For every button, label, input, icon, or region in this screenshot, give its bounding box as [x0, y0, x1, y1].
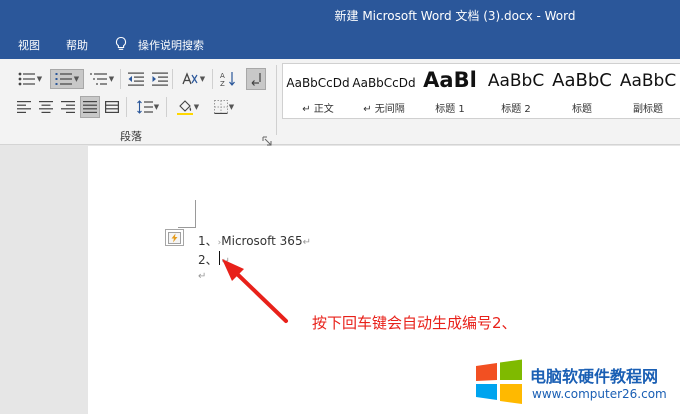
align-left-icon: [17, 101, 31, 113]
lightbulb-icon[interactable]: [114, 36, 128, 52]
margin-corner-mark-horizontal: [178, 227, 195, 228]
shading-button[interactable]: ▼: [172, 97, 204, 117]
annotation-text: 按下回车键会自动生成编号2、: [312, 314, 517, 332]
show-hide-marks-button[interactable]: [246, 68, 266, 90]
justify-icon: [83, 101, 97, 113]
title-bar: 新建 Microsoft Word 文档 (3).docx - Word: [0, 0, 680, 30]
chinese-layout-button[interactable]: ▼: [176, 69, 210, 89]
paragraph-dialog-launcher-icon[interactable]: [262, 131, 272, 146]
svg-text:Z: Z: [220, 80, 225, 87]
style-title[interactable]: AaBbC 标题: [549, 64, 615, 118]
multilevel-list-button[interactable]: ▼: [86, 69, 118, 89]
empty-paragraph[interactable]: ↵: [198, 268, 206, 282]
styles-gallery: AaBbCcDd ↵ 正文 AaBbCcDd ↵ 无间隔 AaBl 标题 1 A…: [282, 63, 680, 119]
increase-indent-button[interactable]: [150, 69, 170, 89]
align-left-button[interactable]: [14, 97, 34, 117]
tab-help[interactable]: 帮助: [66, 37, 88, 53]
multilevel-list-icon: [89, 73, 107, 85]
style-heading-1[interactable]: AaBl 标题 1: [417, 64, 483, 118]
windows-logo-icon: [476, 359, 522, 404]
style-heading-2[interactable]: AaBbC 标题 2: [483, 64, 549, 118]
justify-button[interactable]: [80, 96, 100, 118]
numbered-list-icon: [55, 73, 72, 85]
decrease-indent-button[interactable]: [126, 69, 146, 89]
margin-corner-mark: [195, 200, 196, 228]
list-number: 1、: [198, 234, 218, 248]
tell-me-search[interactable]: 操作说明搜索: [138, 37, 204, 53]
style-no-spacing[interactable]: AaBbCcDd ↵ 无间隔: [351, 64, 417, 118]
align-center-icon: [39, 101, 53, 113]
sort-button[interactable]: AZ: [218, 69, 238, 89]
line-spacing-icon: [136, 100, 153, 114]
borders-icon: [213, 100, 228, 114]
align-right-button[interactable]: [58, 97, 78, 117]
paragraph-mark: ↵: [302, 237, 311, 248]
window-title: 新建 Microsoft Word 文档 (3).docx - Word: [334, 9, 576, 23]
distributed-button[interactable]: [102, 97, 122, 117]
distributed-icon: [105, 101, 119, 113]
list-item-text: Microsoft 365: [221, 234, 303, 248]
numbering-button[interactable]: ▼: [50, 69, 84, 89]
decrease-indent-icon: [128, 72, 144, 86]
align-center-button[interactable]: [36, 97, 56, 117]
tab-view[interactable]: 视图: [18, 37, 40, 53]
ribbon: ▼ ▼ ▼ ▼ AZ ▼ ▼ ▼ 段落 AaBbCcDd ↵ 正文 AaBbCc…: [0, 59, 680, 146]
style-normal[interactable]: AaBbCcDd ↵ 正文: [285, 64, 351, 118]
autocorrect-options-button[interactable]: [165, 229, 184, 246]
text-direction-icon: [182, 72, 198, 85]
paragraph-group-label: 段落: [120, 130, 142, 143]
increase-indent-icon: [152, 72, 168, 86]
line-spacing-button[interactable]: ▼: [132, 97, 164, 117]
document-background: [0, 145, 88, 414]
annotation-arrow-icon: [222, 259, 288, 323]
pilcrow-icon: [251, 73, 261, 86]
align-right-icon: [61, 101, 75, 113]
ribbon-tabs: 视图 帮助 操作说明搜索: [0, 30, 680, 59]
paint-bucket-icon: [176, 99, 193, 115]
watermark-url: www.computer26.com: [532, 387, 667, 401]
watermark-site-name: 电脑软硬件教程网: [530, 367, 659, 386]
sort-icon: AZ: [220, 72, 235, 87]
bullets-button[interactable]: ▼: [14, 69, 46, 89]
paragraph-mark: ↵: [198, 271, 207, 282]
svg-text:A: A: [220, 72, 225, 80]
borders-button[interactable]: ▼: [208, 97, 240, 117]
style-subtitle[interactable]: AaBbC 副标题: [615, 64, 680, 118]
list-item[interactable]: 1、›Microsoft 365↵: [198, 232, 311, 249]
lightning-icon: [168, 231, 181, 244]
bullet-list-icon: [18, 72, 35, 86]
